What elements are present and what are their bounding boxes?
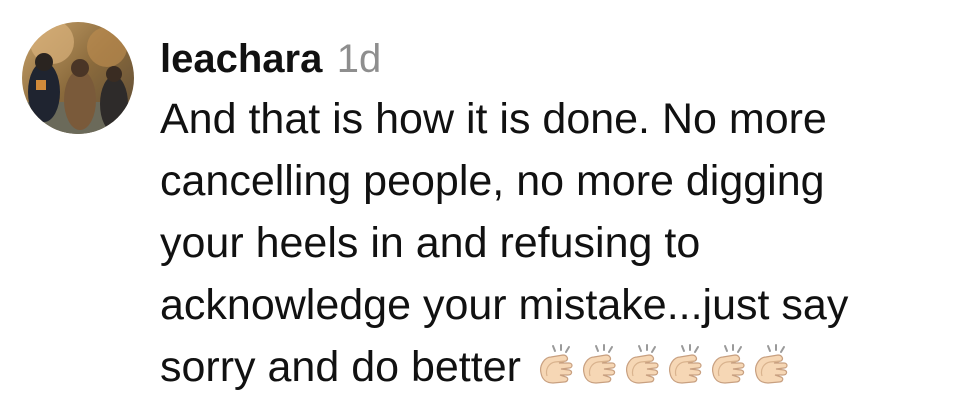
clapping-hands-icon [533, 343, 579, 389]
comment-text: And that is how it is done. No more canc… [160, 88, 960, 406]
emoji-row [533, 343, 791, 406]
clapping-hands-icon [662, 343, 708, 389]
clapping-hands-icon [576, 343, 622, 389]
clapping-hands-icon [619, 343, 665, 389]
timestamp[interactable]: 1d [337, 37, 382, 81]
comment-line: acknowledge your mistake...just say [160, 281, 849, 329]
comment-line: your heels in and refusing to [160, 219, 701, 267]
comment-header: leachara 1d [160, 30, 960, 88]
avatar-photo [22, 22, 134, 134]
user-avatar[interactable] [22, 22, 134, 134]
clapping-hands-icon [705, 343, 751, 389]
comment-line-last: sorry and do better [160, 336, 960, 406]
clapping-hands-icon [748, 343, 794, 389]
comment-line: cancelling people, no more digging [160, 157, 825, 205]
comment: leachara 1d And that is how it is done. … [0, 0, 980, 419]
comment-line: sorry and do better [160, 343, 521, 391]
comment-line: And that is how it is done. No more [160, 95, 827, 143]
comment-content: leachara 1d And that is how it is done. … [160, 30, 960, 406]
username[interactable]: leachara [160, 37, 322, 81]
